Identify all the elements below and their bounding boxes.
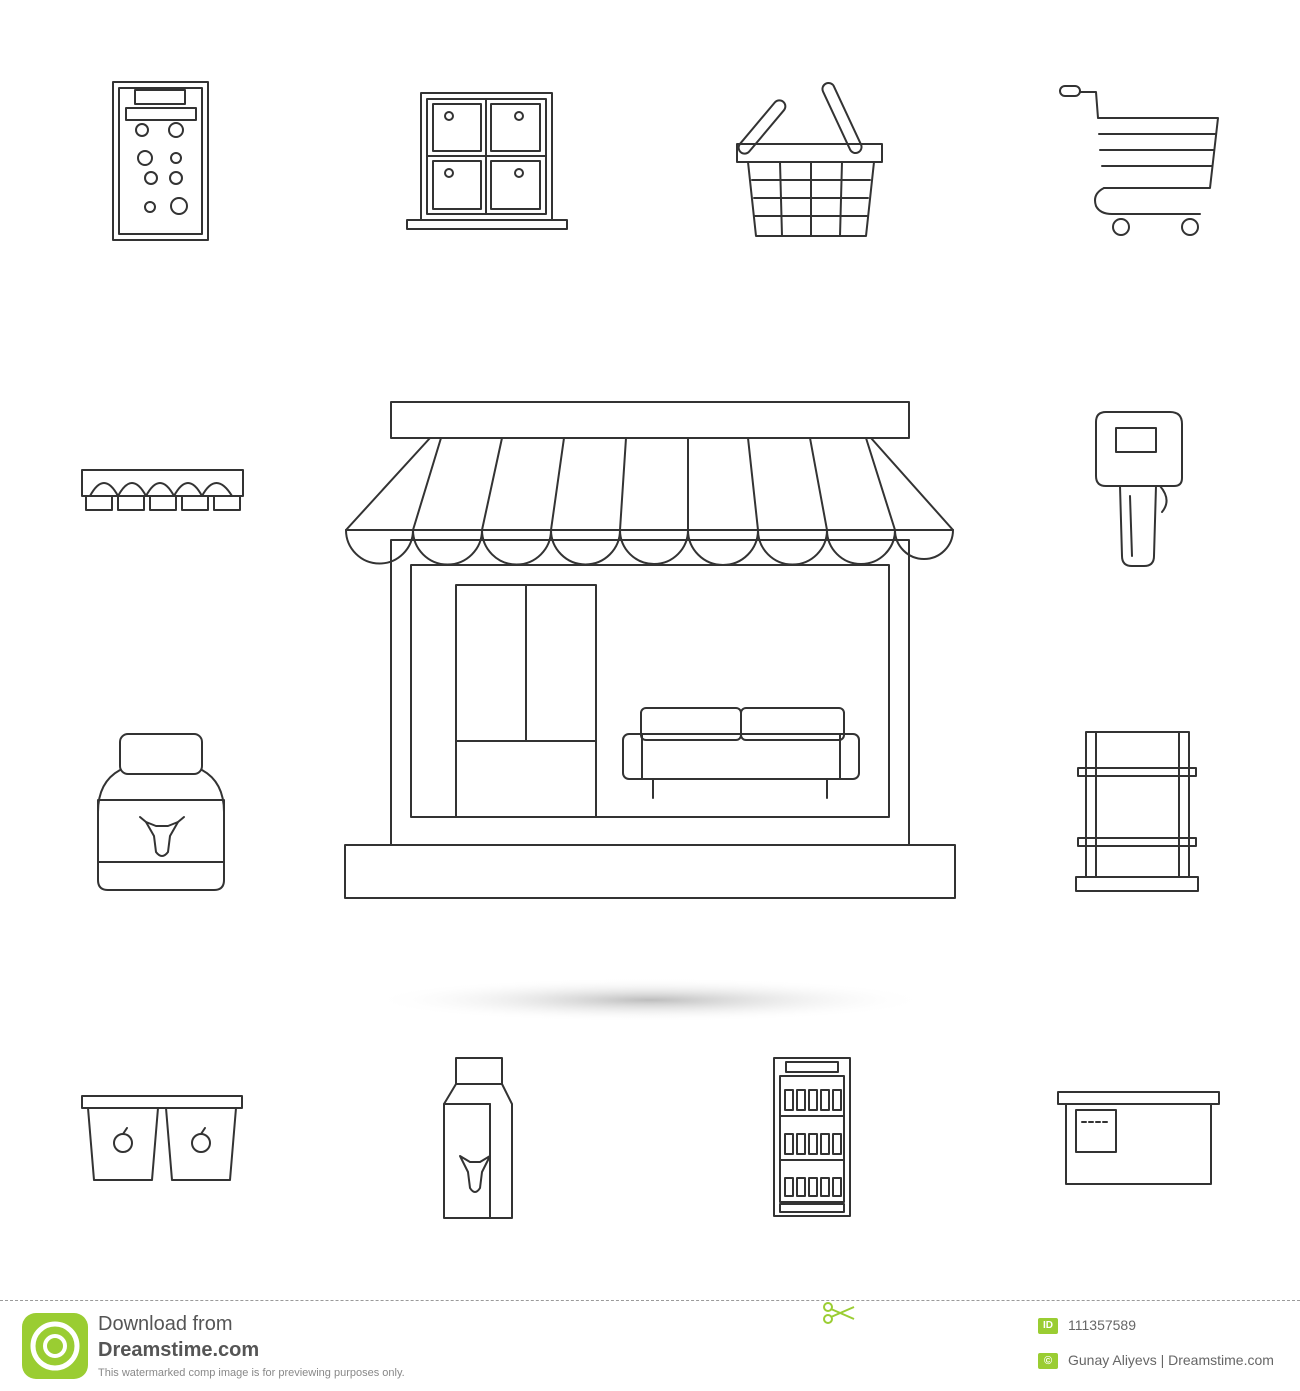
watermark-footer: Download from Dreamstime.com This waterm…	[0, 1300, 1300, 1391]
author-credit: Gunay Aliyevs | Dreamstime.com	[1068, 1352, 1274, 1368]
shelving-icon	[1075, 731, 1199, 892]
yogurt-cups-icon	[81, 1095, 243, 1181]
checkout-counter-icon	[1057, 1091, 1220, 1185]
store-shadow	[370, 978, 930, 1022]
calculator-icon	[112, 81, 209, 241]
barcode-scanner-icon	[1095, 411, 1183, 567]
watermark-notice: This watermarked comp image is for previ…	[98, 1367, 405, 1379]
egg-tray-icon	[81, 469, 244, 511]
download-from-text: Download from	[98, 1313, 233, 1335]
dreamstime-logo	[22, 1313, 88, 1379]
site-name[interactable]: Dreamstime.com	[98, 1339, 259, 1362]
milk-bottle-icon	[97, 733, 225, 891]
store-icon	[344, 401, 956, 899]
drinks-fridge-icon	[773, 1057, 851, 1217]
shopping-basket-icon	[736, 81, 883, 237]
copyright-badge: ©	[1038, 1353, 1058, 1369]
milk-carton-icon	[443, 1057, 513, 1219]
icon-set-illustration	[81, 81, 1220, 1219]
id-badge: ID	[1038, 1318, 1058, 1334]
scissors-icon	[823, 1302, 855, 1324]
image-id: 111357589	[1068, 1317, 1136, 1333]
shopping-cart-icon	[1059, 85, 1219, 236]
lockers-icon	[406, 92, 568, 230]
